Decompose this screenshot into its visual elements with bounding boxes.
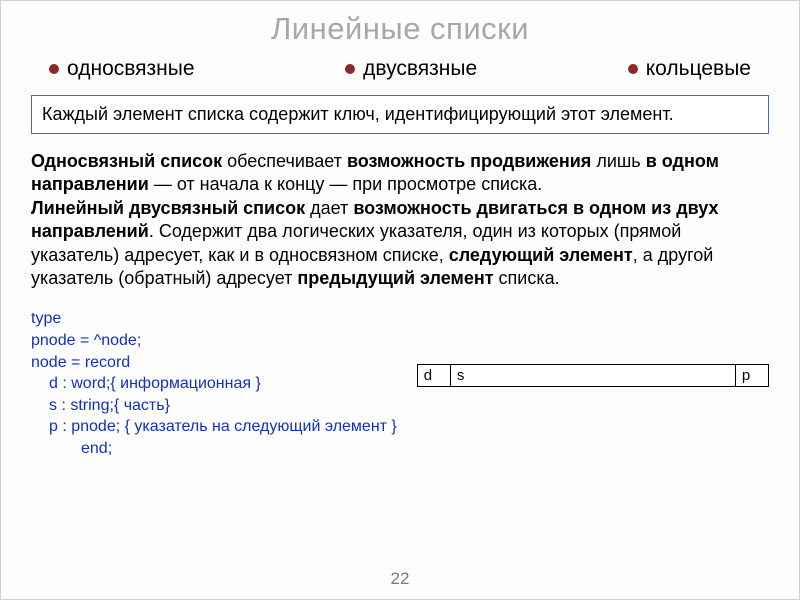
cell-p: p [735, 365, 768, 387]
bullet-icon [345, 64, 355, 74]
table-row: d s p [417, 365, 768, 387]
code-line: p : pnode; { указатель на следующий элем… [31, 416, 397, 438]
term-singly: Односвязный список [31, 151, 222, 171]
bullet-item-singly: односвязные [49, 57, 195, 81]
code-line: pnode = ^node; [31, 330, 397, 352]
slide: Линейные списки односвязные двусвязные к… [1, 1, 799, 470]
bullet-label: односвязные [67, 57, 195, 81]
term-doubly: Линейный двусвязный список [31, 198, 305, 218]
code-line: end; [31, 438, 397, 460]
bullet-label: двусвязные [363, 57, 477, 81]
description-text: Односвязный список обеспечивает возможно… [31, 150, 769, 290]
page-number: 22 [391, 569, 410, 589]
code-line: s : string;{ часть} [31, 395, 397, 417]
code-block: type pnode = ^node; node = record d : wo… [31, 308, 397, 459]
text: списка. [494, 268, 560, 288]
bullet-label: кольцевые [646, 57, 751, 81]
bullet-item-doubly: двусвязные [345, 57, 477, 81]
key-definition-box: Каждый элемент списка содержит ключ, иде… [31, 95, 769, 134]
text: — от начала к концу — при просмотре спис… [149, 174, 542, 194]
code-line: type [31, 308, 397, 330]
cell-d: d [417, 365, 450, 387]
bottom-row: type pnode = ^node; node = record d : wo… [31, 308, 769, 459]
bullet-item-circular: кольцевые [628, 57, 751, 81]
code-line: d : word;{ информационная } [31, 373, 397, 395]
text: лишь [591, 151, 645, 171]
page-title: Линейные списки [31, 11, 769, 47]
bullet-row: односвязные двусвязные кольцевые [31, 57, 769, 81]
bullet-icon [49, 64, 59, 74]
text: обеспечивает [222, 151, 347, 171]
node-struct-table: d s p [417, 364, 769, 387]
cell-s: s [450, 365, 735, 387]
text: дает [305, 198, 353, 218]
term: возможность продвижения [347, 151, 591, 171]
code-line: node = record [31, 352, 397, 374]
bullet-icon [628, 64, 638, 74]
term: предыдущий элемент [297, 268, 493, 288]
term: следующий элемент [449, 245, 633, 265]
